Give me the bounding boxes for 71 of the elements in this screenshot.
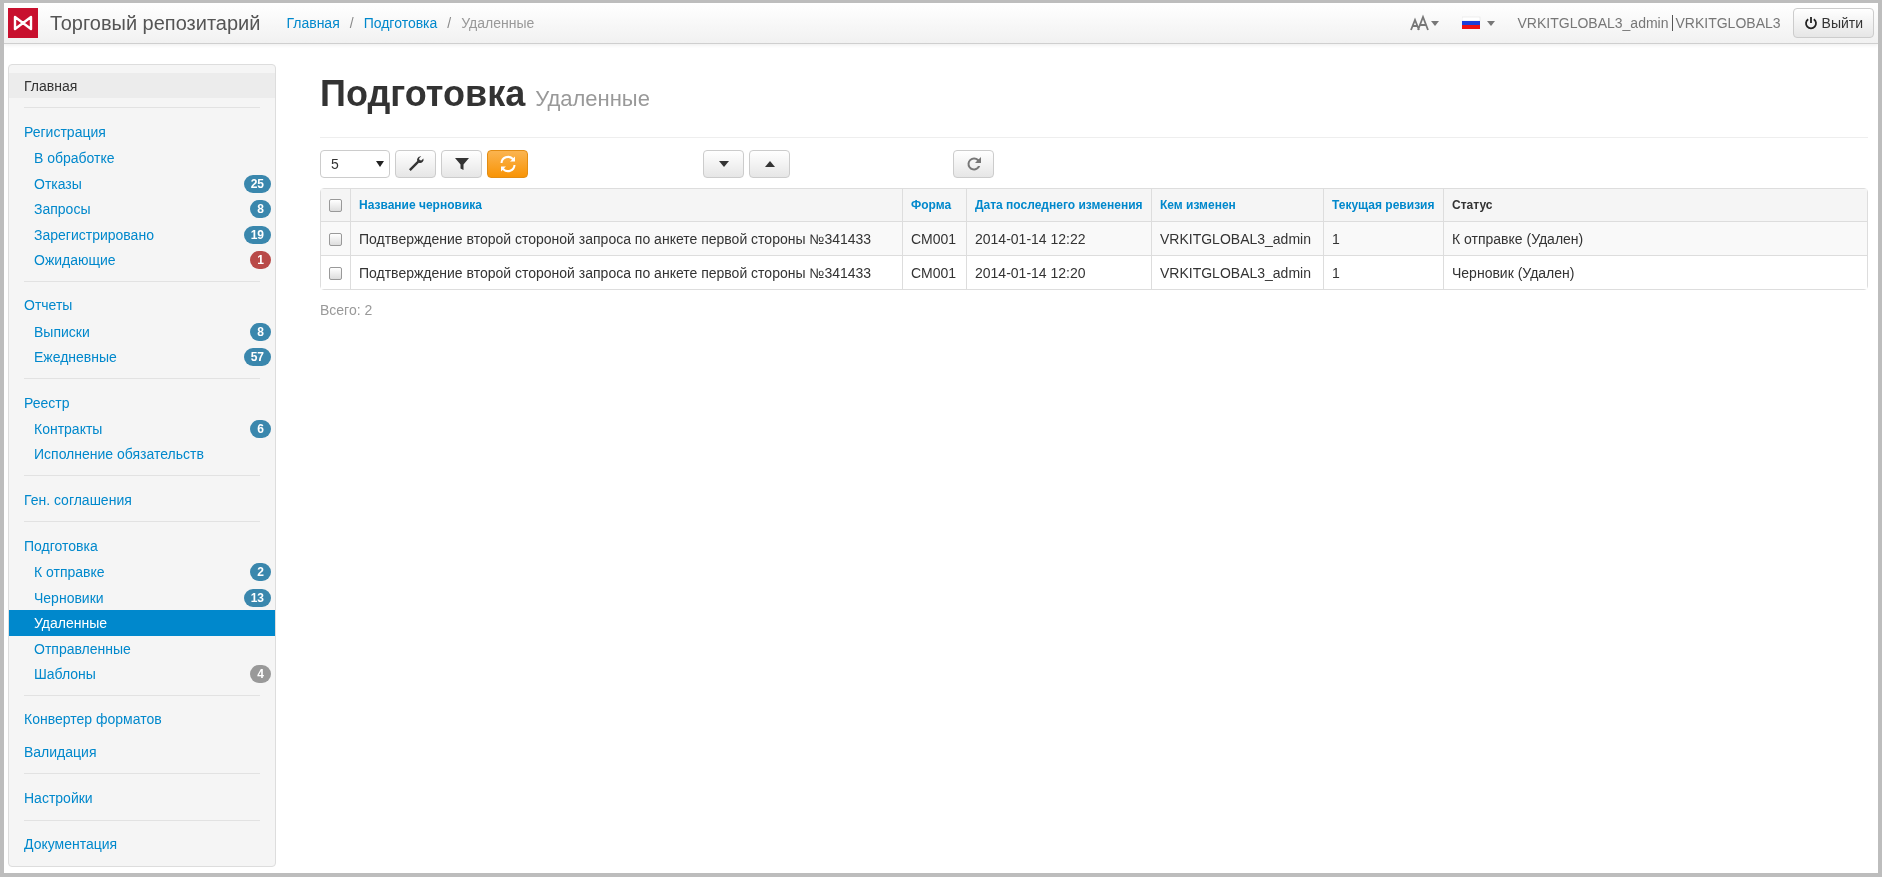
table-cell: Черновик (Удален) (1443, 255, 1867, 289)
logo-icon (8, 8, 38, 38)
select-all-checkbox[interactable] (329, 199, 342, 213)
sidebar-item[interactable]: Регистрация (9, 119, 275, 145)
dropdown-arrow-icon (376, 161, 384, 167)
wrench-button[interactable] (395, 150, 436, 178)
sidebar-item[interactable]: Шаблоны 4 (9, 661, 275, 687)
sidebar-item[interactable]: Ген. соглашения (9, 486, 275, 513)
row-checkbox[interactable] (329, 267, 342, 281)
table-cell: CM001 (902, 221, 966, 255)
font-size-menu[interactable] (1409, 14, 1440, 32)
sidebar-item[interactable]: Ожидающие 1 (9, 247, 275, 273)
organization-name: VRKITGLOBAL3 (1675, 15, 1781, 31)
page-subtitle: Удаленные (535, 86, 650, 112)
sync-button[interactable] (487, 150, 528, 178)
filter-button[interactable] (441, 150, 482, 178)
row-checkbox[interactable] (329, 233, 342, 247)
caret-down-button[interactable] (703, 150, 744, 178)
breadcrumb-link[interactable]: Подготовка (363, 15, 438, 31)
table-cell: 2014-01-14 12:22 (966, 221, 1151, 255)
page-title: Подготовка (320, 73, 526, 115)
sidebar-item[interactable]: Отправленные (9, 635, 275, 662)
sidebar-item[interactable]: Главная (9, 73, 275, 99)
sidebar-item[interactable]: К отправке 2 (9, 559, 275, 586)
reload-button[interactable] (953, 150, 994, 178)
table-cell: VRKITGLOBAL3_admin (1151, 221, 1323, 255)
sync-icon (498, 155, 517, 173)
sidebar-item[interactable]: В обработке (9, 145, 275, 172)
sidebar-item[interactable]: Документация (9, 831, 275, 858)
app-title[interactable]: Торговый репозитарий (50, 11, 261, 35)
sidebar-item[interactable]: Запросы 8 (9, 196, 275, 222)
power-icon (1803, 16, 1818, 30)
caret-up-button[interactable] (749, 150, 790, 178)
total-count: Всего: 2 (320, 302, 374, 318)
sidebar-item[interactable]: Отчеты (9, 292, 275, 319)
filter-icon (452, 155, 471, 173)
logout-button[interactable]: Выйти (1792, 8, 1874, 38)
table-cell: CM001 (902, 255, 966, 289)
sidebar-item[interactable]: Ежедневные 57 (9, 344, 275, 370)
sidebar-item[interactable]: Настройки (9, 785, 275, 811)
table-cell: Подтверждение второй стороной запроса по анкете первой стороны №341433 (350, 221, 902, 255)
sidebar-item[interactable]: Черновики 13 (9, 585, 275, 611)
breadcrumb-link[interactable]: Главная (286, 15, 340, 31)
table-cell: 2014-01-14 12:20 (966, 255, 1151, 289)
table-cell: К отправке (Удален) (1443, 221, 1867, 255)
table-cell: Подтверждение второй стороной запроса по анкете первой стороны №341433 (350, 255, 902, 289)
sidebar-item[interactable]: Исполнение обязательств (9, 441, 275, 467)
user-name: VRKITGLOBAL3_admin (1517, 15, 1673, 31)
font-size-icon (1409, 14, 1440, 32)
sidebar-item[interactable]: Валидация (9, 739, 275, 765)
column-header: Статус (1452, 198, 1493, 212)
sidebar-item[interactable]: Удаленные (9, 610, 275, 636)
sidebar-item[interactable]: Контракты 6 (9, 416, 275, 442)
sidebar-item[interactable]: Выписки 8 (9, 319, 275, 345)
wrench-icon (406, 155, 425, 173)
column-header[interactable]: Название черновика (359, 198, 482, 212)
page-size-select[interactable]: 5 (320, 150, 390, 178)
flag-caret-icon (1461, 16, 1496, 30)
sidebar-item[interactable]: Отказы 25 (9, 171, 275, 197)
breadcrumb-link[interactable]: Удаленные (461, 15, 535, 31)
sidebar-item[interactable]: Зарегистрировано 19 (9, 221, 275, 248)
table-cell: 1 (1323, 221, 1443, 255)
breadcrumb-separator: / (349, 15, 354, 31)
table-cell: VRKITGLOBAL3_admin (1151, 255, 1323, 289)
sidebar-item[interactable]: Реестр (9, 389, 275, 416)
breadcrumb-separator: / (447, 15, 452, 31)
sidebar-item[interactable]: Подготовка (9, 533, 275, 559)
column-header[interactable]: Кем изменен (1160, 198, 1236, 212)
table-cell: 1 (1323, 255, 1443, 289)
language-menu[interactable] (1461, 16, 1496, 30)
sidebar-item[interactable]: Конвертер форматов (9, 706, 275, 732)
